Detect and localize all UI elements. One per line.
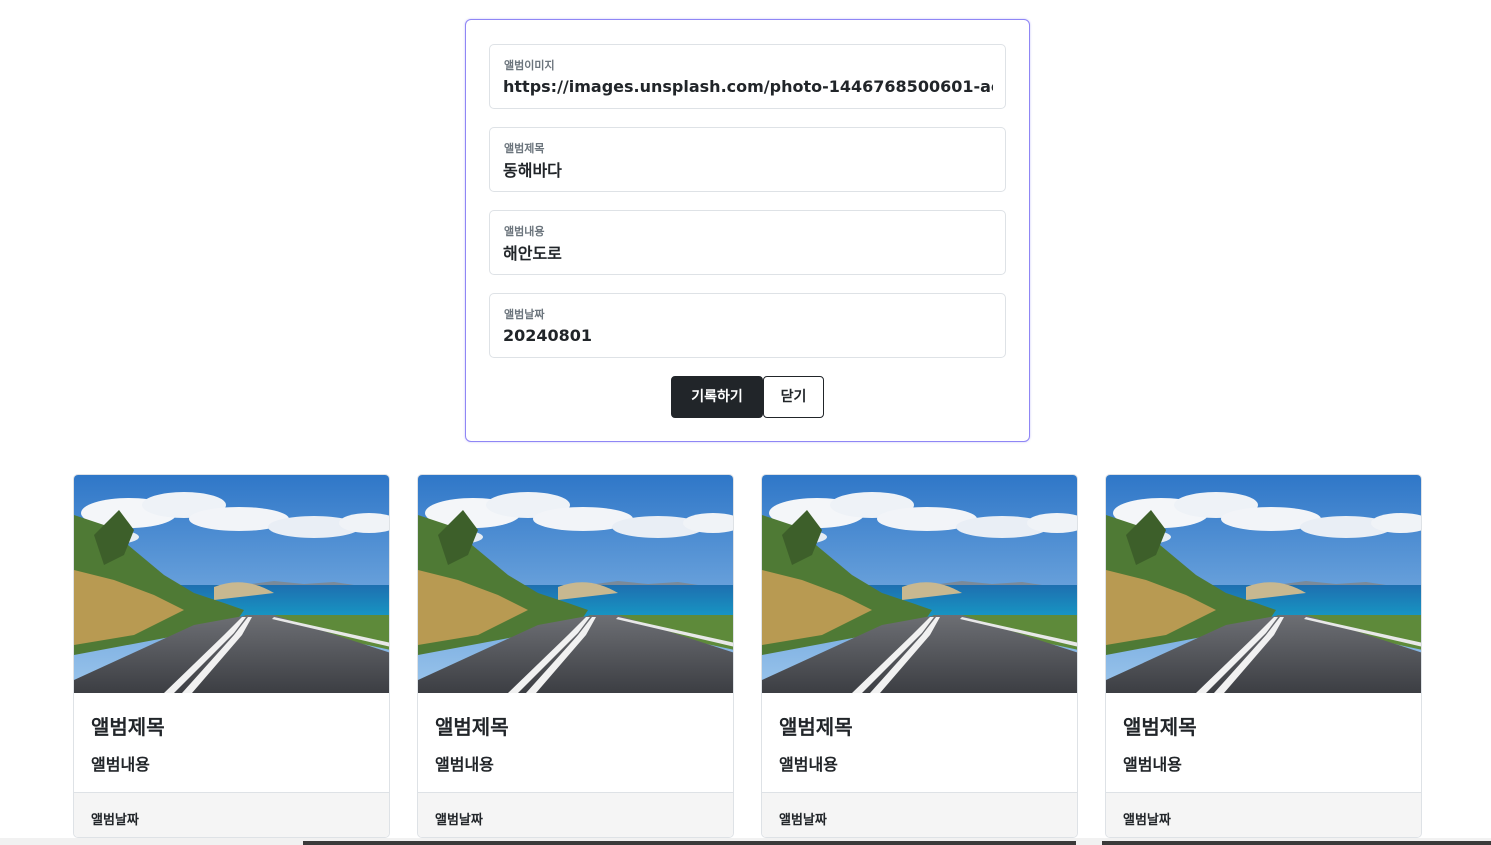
card-footer: 앨범날짜 [418,792,733,837]
album-image [74,475,390,693]
album-card[interactable]: 앨범제목 앨범내용 앨범날짜 [417,474,734,838]
card-content: 앨범내용 [91,755,150,774]
card-content: 앨범내용 [435,755,494,774]
album-image [1106,475,1422,693]
date-field[interactable]: 앨범날짜 [489,293,1006,358]
album-form: 앨범이미지 앨범제목 앨범내용 앨범날짜 기록하기닫기 [465,19,1030,442]
image-url-input[interactable] [503,74,993,98]
card-date: 앨범날짜 [91,813,139,828]
horizontal-scrollbar-thumb[interactable] [303,841,1076,845]
image-url-field[interactable]: 앨범이미지 [489,44,1006,109]
card-content: 앨범내용 [1123,755,1182,774]
card-date: 앨범날짜 [435,813,483,828]
card-content: 앨범내용 [779,755,838,774]
card-footer: 앨범날짜 [1106,792,1421,837]
album-card[interactable]: 앨범제목 앨범내용 앨범날짜 [761,474,1078,838]
horizontal-scrollbar-thumb[interactable] [1102,841,1491,845]
album-card[interactable]: 앨범제목 앨범내용 앨범날짜 [1105,474,1422,838]
card-footer: 앨범날짜 [74,792,389,837]
title-label: 앨범제목 [504,142,545,155]
card-title: 앨범제목 [1123,715,1197,739]
card-date: 앨범날짜 [1123,813,1171,828]
close-button[interactable]: 닫기 [763,376,824,418]
album-card[interactable]: 앨범제목 앨범내용 앨범날짜 [73,474,390,838]
form-actions: 기록하기 닫기 [466,376,1029,418]
date-label: 앨범날짜 [504,308,545,321]
content-input[interactable] [503,240,993,264]
card-title: 앨범제목 [435,715,509,739]
date-input[interactable] [503,323,993,347]
image-url-label: 앨범이미지 [504,59,555,72]
title-field[interactable]: 앨범제목 [489,127,1006,192]
title-input[interactable] [503,157,993,181]
album-image [762,475,1078,693]
card-date: 앨범날짜 [779,813,827,828]
content-label: 앨범내용 [504,225,545,238]
content-field[interactable]: 앨범내용 [489,210,1006,275]
card-title: 앨범제목 [91,715,165,739]
card-footer: 앨범날짜 [762,792,1077,837]
card-title: 앨범제목 [779,715,853,739]
album-image [418,475,734,693]
submit-button[interactable]: 기록하기 [671,376,763,418]
